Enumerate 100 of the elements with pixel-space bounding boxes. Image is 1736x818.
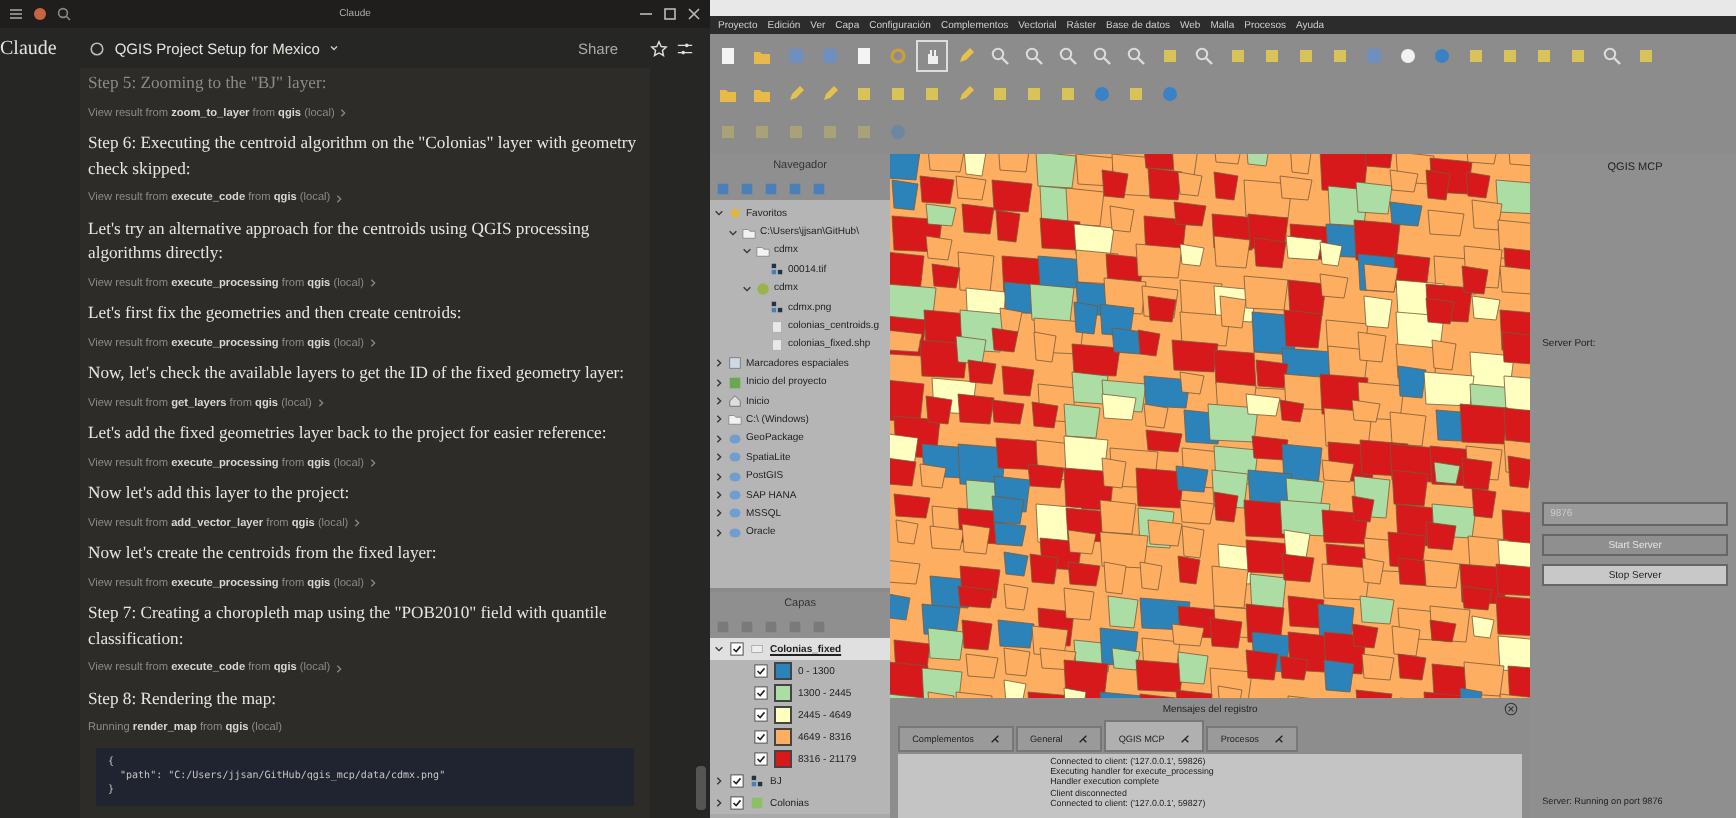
square-icon[interactable] — [1262, 46, 1282, 67]
chevron-icon[interactable] — [334, 663, 345, 673]
chevron-icon[interactable] — [367, 278, 378, 288]
checkbox[interactable] — [730, 796, 744, 810]
magnifier-icon[interactable] — [1092, 46, 1112, 67]
square-icon[interactable] — [1568, 46, 1588, 67]
square-icon[interactable] — [786, 121, 806, 142]
caret-icon[interactable] — [714, 644, 724, 654]
magnifier-icon[interactable] — [1194, 46, 1214, 67]
caret-icon[interactable] — [714, 527, 724, 538]
chevron-icon[interactable] — [315, 398, 326, 408]
pencil-icon[interactable] — [956, 83, 976, 104]
caret-icon[interactable] — [714, 508, 724, 519]
maximize-icon[interactable] — [662, 6, 678, 22]
magnifier-icon[interactable] — [1024, 46, 1044, 67]
choropleth-map-drawing[interactable] — [890, 154, 1531, 698]
favorites-icon — [728, 206, 742, 221]
caret-icon[interactable] — [714, 377, 724, 388]
bookmarks-icon — [728, 356, 742, 371]
caret-icon[interactable] — [714, 396, 724, 407]
caret-icon[interactable] — [714, 208, 724, 219]
raster-icon — [770, 262, 784, 277]
square-icon[interactable] — [1636, 46, 1656, 67]
checkbox[interactable] — [730, 774, 744, 788]
square-icon[interactable] — [764, 182, 778, 196]
square-icon[interactable] — [1466, 46, 1486, 67]
square-icon[interactable] — [1296, 46, 1316, 67]
caret-icon[interactable] — [728, 227, 738, 238]
square-icon[interactable] — [812, 182, 826, 196]
chevron-icon[interactable] — [334, 193, 345, 203]
square-icon[interactable] — [1534, 46, 1554, 67]
chevron-icon[interactable] — [352, 518, 363, 528]
chevron-icon[interactable] — [367, 458, 378, 468]
square-icon[interactable] — [888, 83, 908, 104]
checkbox[interactable] — [754, 686, 768, 700]
square-icon[interactable] — [788, 182, 802, 196]
chat-bubble-icon — [88, 39, 107, 57]
checkbox[interactable] — [754, 664, 768, 678]
square-icon[interactable] — [854, 121, 874, 142]
square-icon[interactable] — [1228, 46, 1248, 67]
caret-icon[interactable] — [714, 358, 724, 369]
polygon-layer-icon — [750, 796, 764, 810]
square-icon[interactable] — [854, 83, 874, 104]
square-icon[interactable] — [820, 121, 840, 142]
square-icon[interactable] — [1330, 46, 1350, 67]
home-icon — [728, 394, 742, 409]
caret-icon[interactable] — [742, 283, 752, 294]
magnifier-icon[interactable] — [1126, 46, 1146, 67]
checkbox[interactable] — [754, 708, 768, 722]
square-icon[interactable] — [1500, 46, 1520, 67]
caret-icon[interactable] — [714, 471, 724, 482]
caret-icon[interactable] — [714, 776, 724, 786]
chat-message: Step 6: Executing the centroid algorithm on the "Colonias" layer with geometry check skipped: — [88, 130, 639, 181]
magnifier-icon[interactable] — [1058, 46, 1078, 67]
search-icon[interactable] — [56, 6, 72, 22]
chevron-icon[interactable] — [338, 108, 349, 118]
square-icon[interactable] — [1160, 46, 1180, 67]
chevron-icon[interactable] — [367, 578, 378, 588]
square-icon[interactable] — [718, 121, 738, 142]
caret-icon[interactable] — [742, 245, 752, 256]
chat-message: Step 5: Zooming to the "BJ" layer: — [88, 70, 329, 96]
close-icon[interactable] — [1504, 702, 1519, 716]
page-icon[interactable] — [718, 46, 738, 67]
menu-icon[interactable] — [8, 6, 24, 22]
pencil-icon[interactable] — [956, 46, 976, 67]
checkbox[interactable] — [730, 642, 744, 656]
caret-icon[interactable] — [714, 452, 724, 463]
raster-layer-icon — [750, 774, 764, 788]
square-icon[interactable] — [752, 121, 772, 142]
square-icon[interactable] — [1058, 83, 1078, 104]
chat-message: Step 7: Creating a choropleth map using the "POB2010" field with quantile classification: — [88, 600, 609, 651]
vector-layer-icon — [750, 642, 764, 656]
pencil-icon[interactable] — [786, 83, 806, 104]
square-icon[interactable] — [1024, 83, 1044, 104]
square-icon[interactable] — [716, 182, 730, 196]
pencil-icon[interactable] — [820, 83, 840, 104]
settings-icon[interactable] — [676, 39, 694, 57]
caret-icon[interactable] — [714, 798, 724, 808]
magnifier-icon[interactable] — [1602, 46, 1622, 67]
caret-icon[interactable] — [714, 433, 724, 444]
caret-icon[interactable] — [714, 490, 724, 501]
caret-icon[interactable] — [714, 414, 724, 425]
checkbox[interactable] — [754, 730, 768, 744]
square-icon[interactable] — [990, 83, 1010, 104]
star-icon[interactable] — [650, 39, 668, 57]
checkbox[interactable] — [754, 752, 768, 766]
square-icon[interactable] — [922, 83, 942, 104]
square-icon[interactable] — [740, 182, 754, 196]
chat-message: Now let's add this layer to the project: — [88, 480, 352, 506]
close-icon[interactable] — [686, 6, 702, 22]
magnifier-icon[interactable] — [990, 46, 1010, 67]
folder-icon — [728, 412, 742, 427]
project-icon — [728, 375, 742, 390]
page-icon[interactable] — [854, 46, 874, 67]
scrollbar[interactable] — [696, 766, 706, 810]
chevron-icon[interactable] — [367, 338, 378, 348]
app-logo-icon — [32, 6, 48, 22]
square-icon[interactable] — [1126, 83, 1146, 104]
folder-icon[interactable] — [752, 46, 772, 67]
chat-message: Now let's create the centroids from the fixed layer: — [88, 540, 439, 566]
